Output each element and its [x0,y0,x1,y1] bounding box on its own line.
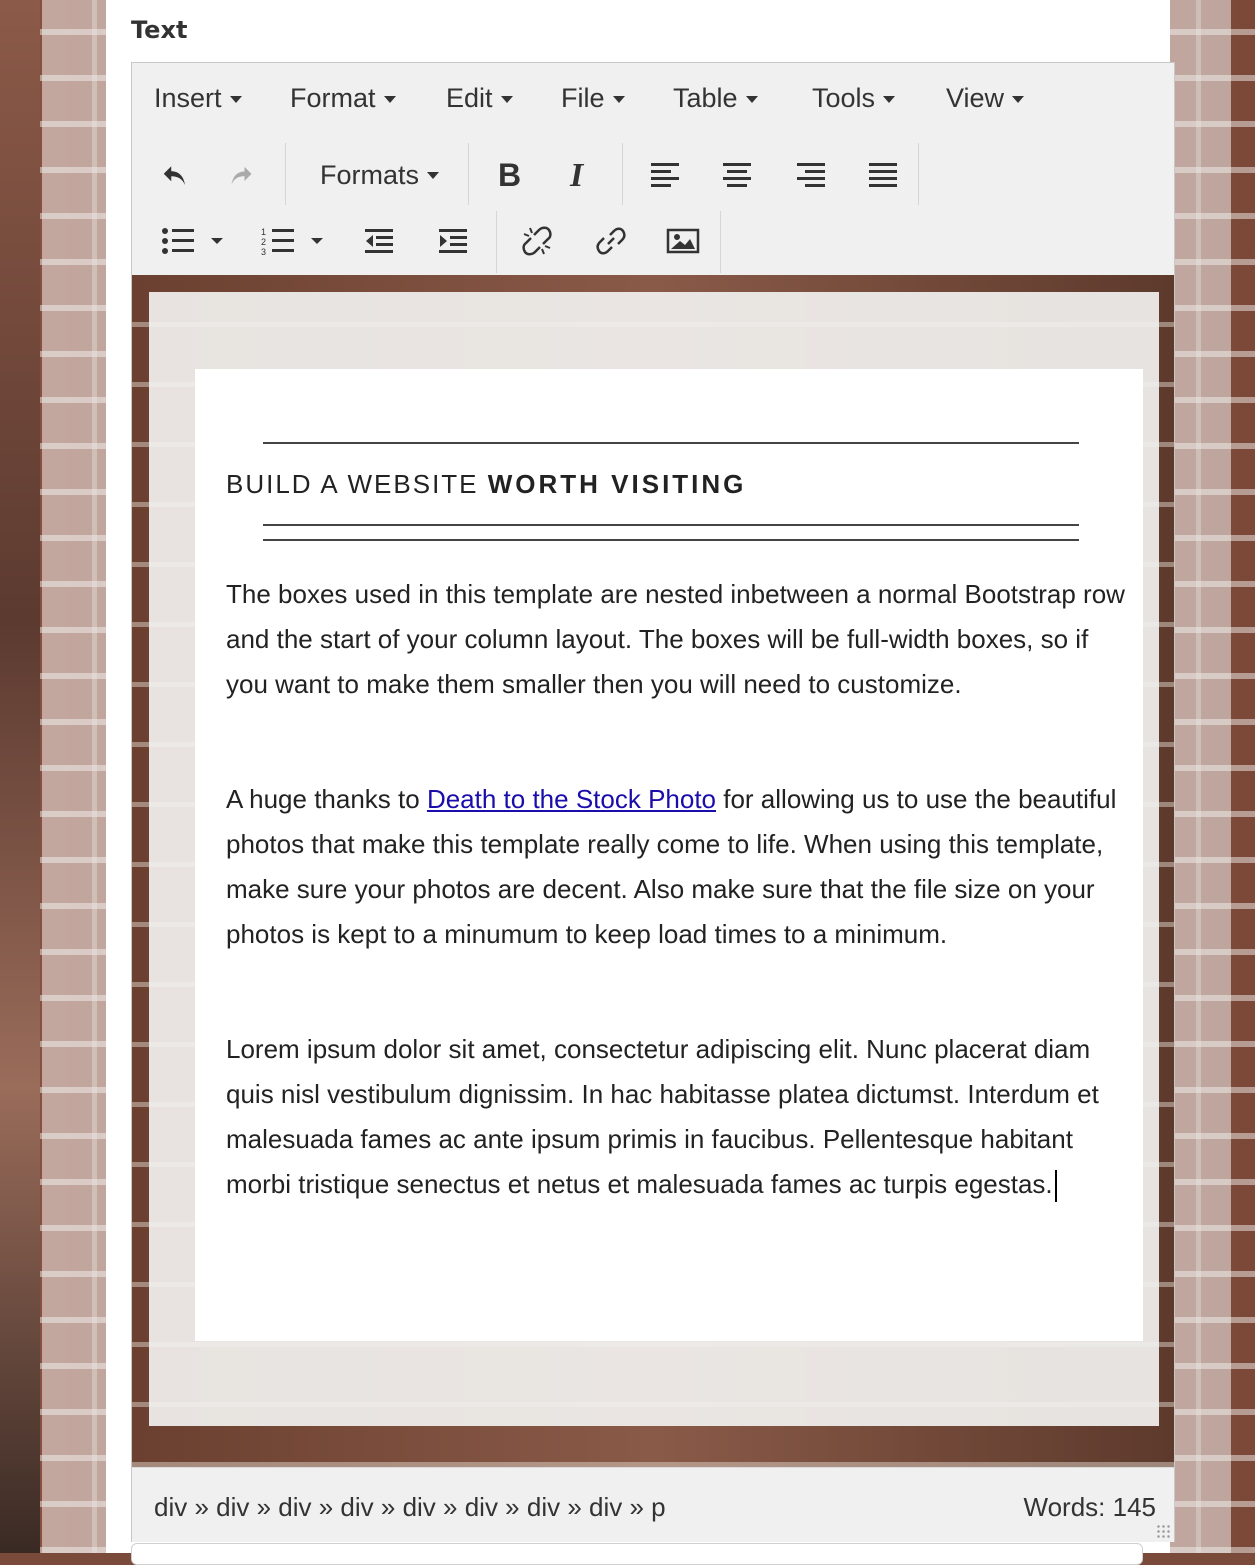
field-label: Text [131,16,188,44]
align-left-button[interactable] [632,145,698,205]
link-icon [596,227,626,255]
unlink-button[interactable] [504,211,570,271]
menu-insert-label: Insert [154,83,222,113]
numbered-list-button[interactable]: 123 [250,211,342,271]
editor-menubar: Insert Format Edit File Table Tools View [132,63,1174,136]
content-frame: BUILD A WEBSITE WORTH VISITING The boxes… [149,292,1159,1426]
svg-text:3: 3 [261,247,266,256]
toolbar-separator [622,143,623,205]
caret-down-icon [500,96,513,104]
caret-down-icon [1012,96,1025,104]
toolbar-separator [720,211,721,273]
content-box[interactable]: BUILD A WEBSITE WORTH VISITING The boxes… [195,369,1143,1341]
text-cursor [1054,1170,1057,1203]
svg-text:1: 1 [261,227,266,237]
redo-icon [231,166,252,185]
menu-edit[interactable]: Edit [446,83,513,114]
svg-text:B: B [498,158,521,192]
menu-file-label: File [561,83,605,113]
word-count: Words: 145 [1023,1492,1156,1522]
image-icon [666,228,700,254]
caret-down-icon [745,96,758,104]
formats-label: Formats [319,159,419,190]
svg-text:I: I [569,158,585,192]
menu-table[interactable]: Table [673,83,758,114]
numbered-list-icon: 123 [261,227,323,256]
undo-button[interactable] [144,145,206,205]
align-justify-icon [869,163,897,187]
menu-insert[interactable]: Insert [154,83,242,114]
paragraph-3: Lorem ipsum dolor sit amet, consectetur … [226,1027,1126,1207]
menu-edit-label: Edit [446,83,493,113]
caret-down-icon [229,96,242,104]
align-justify-button[interactable] [850,145,916,205]
paragraph-2: A huge thanks to Death to the Stock Phot… [226,777,1126,957]
background-strip [0,0,40,1553]
divider-line [263,539,1079,541]
align-center-button[interactable] [704,145,770,205]
align-right-button[interactable] [778,145,844,205]
heading-light-text: BUILD A WEBSITE [226,469,488,499]
paragraph-3-text: Lorem ipsum dolor sit amet, consectetur … [226,1034,1099,1199]
next-field-input[interactable] [131,1543,1143,1565]
toolbar-separator [496,211,497,273]
paragraph-1: The boxes used in this template are nest… [226,579,1125,699]
italic-button[interactable]: I [546,145,612,205]
menu-file[interactable]: File [561,83,625,114]
image-button[interactable] [650,211,716,271]
svg-text:2: 2 [261,237,266,247]
align-right-icon [797,163,825,187]
content-heading: BUILD A WEBSITE WORTH VISITING [226,469,746,500]
outdent-icon [365,229,393,253]
menu-tools[interactable]: Tools [812,83,896,114]
bullet-list-button[interactable] [150,211,242,271]
caret-down-icon [612,96,625,104]
bold-button[interactable]: B [476,145,542,205]
divider-line [263,524,1079,526]
toolbar-separator [285,143,286,205]
menu-view-label: View [946,83,1005,113]
resize-grip-icon[interactable] [1156,1524,1170,1538]
rich-text-editor: Insert Format Edit File Table Tools View… [131,62,1175,1542]
caret-down-icon [383,96,396,104]
editor-statusbar: div » div » div » div » div » div » div … [132,1467,1174,1542]
bold-icon: B [498,158,521,192]
link-button[interactable] [576,211,646,271]
menu-format-label: Format [290,83,376,113]
editor-content-area[interactable]: BUILD A WEBSITE WORTH VISITING The boxes… [132,275,1174,1467]
menu-tools-label: Tools [812,83,876,113]
death-to-the-stock-photo-link[interactable]: Death to the Stock Photo [427,784,716,814]
paragraph-2-text-before: A huge thanks to [226,784,427,814]
caret-down-icon [427,171,439,179]
outdent-button[interactable] [346,211,412,271]
menu-view[interactable]: View [946,83,1025,114]
unlink-icon [522,226,552,256]
formats-dropdown[interactable]: Formats [297,145,462,205]
indent-icon [439,229,467,253]
editor-toolbar: Formats B I 123 [132,135,1174,275]
redo-button[interactable] [208,145,274,205]
toolbar-separator [918,143,919,205]
menu-table-label: Table [673,83,738,113]
align-left-icon [651,163,679,187]
caret-down-icon [883,96,896,104]
undo-icon [163,166,185,185]
heading-bold-text: WORTH VISITING [487,469,747,499]
italic-icon: I [569,158,585,192]
toolbar-separator [468,143,469,205]
menu-format[interactable]: Format [290,83,396,114]
divider-line [263,442,1079,444]
element-path[interactable]: div » div » div » div » div » div » div … [154,1492,666,1523]
indent-button[interactable] [420,211,486,271]
align-center-icon [723,163,751,187]
bullet-list-icon [162,228,223,254]
